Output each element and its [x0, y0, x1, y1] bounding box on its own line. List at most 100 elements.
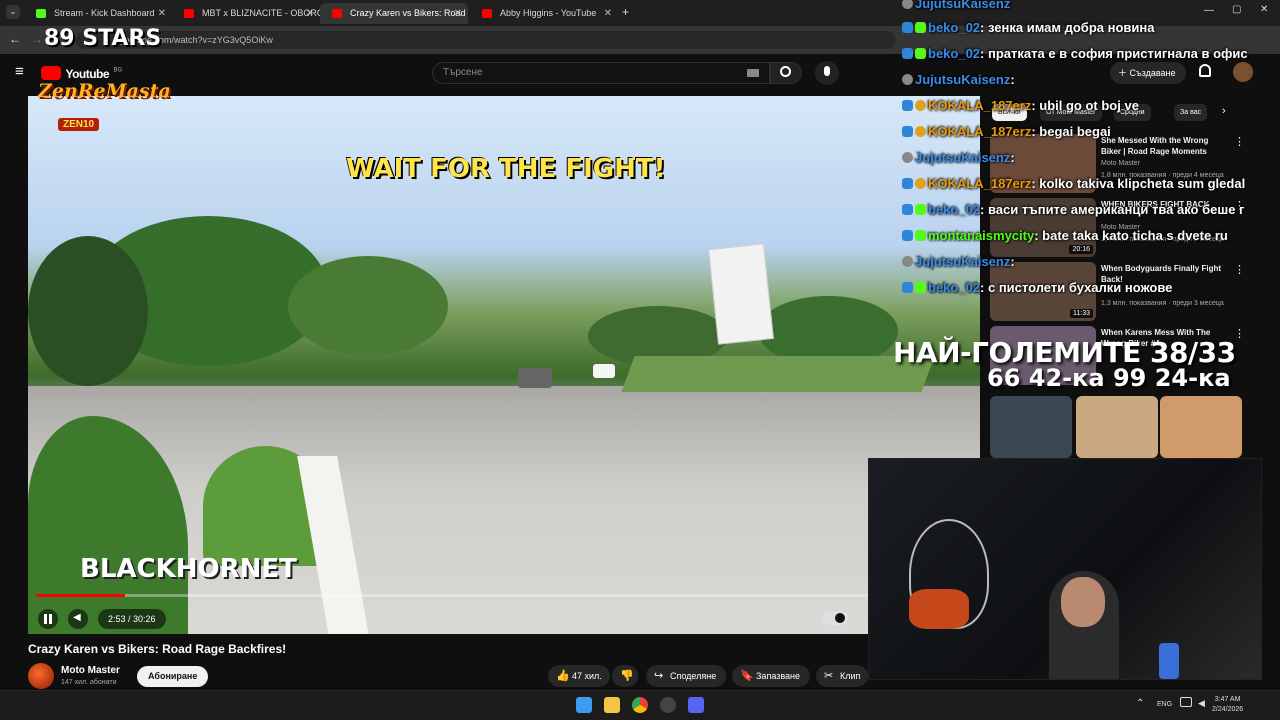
- share-label: Споделяне: [670, 671, 717, 681]
- chip-label: За вас: [1180, 109, 1202, 116]
- tab-mbt-bliznacite[interactable]: MBT x BLIZNACITE - OBOROTI ✕: [172, 3, 320, 24]
- more-options-icon[interactable]: ⋮: [1234, 135, 1245, 148]
- recommended-channel: Moto Master: [1101, 160, 1140, 167]
- share-button[interactable]: ↪ Споделяне: [646, 665, 726, 687]
- autoplay-toggle[interactable]: [822, 611, 848, 625]
- chat-text: : bate taka kato ticha s dvete ru: [1034, 228, 1228, 243]
- webcam-feed: [868, 458, 1262, 680]
- user-badge-icon: [902, 152, 913, 163]
- create-button[interactable]: ＋ Създаване: [1110, 62, 1186, 84]
- shorts-thumbnail[interactable]: [1160, 396, 1242, 458]
- close-icon[interactable]: ✕: [306, 3, 314, 24]
- keyboard-icon[interactable]: [747, 69, 759, 77]
- discord-icon[interactable]: [688, 697, 704, 713]
- chat-text: : с пистолети бухалки ножове: [980, 280, 1173, 295]
- truck: [518, 368, 552, 388]
- chat-text: :: [1010, 254, 1015, 269]
- tab-search-button[interactable]: ⌄: [6, 5, 20, 19]
- subscriber-badge-icon: [915, 230, 926, 241]
- obs-icon[interactable]: [660, 697, 676, 713]
- chat-text: : пратката е в софия пристигнала в офис: [980, 46, 1248, 61]
- tab-label: Abby Higgins - YouTube: [500, 8, 597, 18]
- video-progress-bar[interactable]: [36, 594, 972, 597]
- new-tab-button[interactable]: +: [622, 5, 629, 19]
- moderator-badge-icon: [902, 22, 913, 33]
- volume-icon: ◀: [73, 612, 81, 623]
- recommended-title[interactable]: She Messed With the Wrong Biker | Road R…: [1101, 135, 1229, 157]
- search-input[interactable]: Търсене: [432, 62, 770, 84]
- close-icon[interactable]: ✕: [604, 3, 612, 24]
- tab-kick-dashboard[interactable]: Stream - Kick Dashboard ✕: [24, 3, 172, 24]
- subscriber-badge-icon: [915, 22, 926, 33]
- chevron-right-icon[interactable]: ›: [1222, 105, 1226, 117]
- plus-icon: ＋: [1118, 68, 1130, 78]
- close-icon[interactable]: ✕: [454, 3, 462, 24]
- youtube-logo-text: Youtube: [65, 67, 110, 81]
- save-button[interactable]: 🔖 Запазване: [732, 665, 810, 687]
- user-badge-icon: [902, 0, 913, 9]
- chat-message: JujutsuKaisenz:: [902, 72, 1015, 90]
- time-display: 2:53 / 30:26: [98, 609, 166, 629]
- maximize-icon[interactable]: ▢: [1232, 4, 1241, 15]
- youtube-play-icon: [41, 66, 61, 80]
- youtube-icon: [332, 9, 342, 18]
- windows-start-icon[interactable]: [576, 697, 592, 713]
- pause-button[interactable]: [38, 609, 58, 629]
- pause-icon: [44, 614, 52, 624]
- chat-message: montanaismycity: bate taka kato ticha s …: [902, 228, 1228, 246]
- language-indicator[interactable]: ENG: [1157, 701, 1172, 708]
- chat-username: JujutsuKaisenz: [915, 254, 1011, 269]
- subscribe-button[interactable]: Абониране: [137, 666, 209, 687]
- chat-message: KOKALA_187erz: ubil go ot boj ve: [902, 98, 1139, 116]
- network-icon[interactable]: [1180, 697, 1192, 707]
- tab-label: Stream - Kick Dashboard: [54, 8, 155, 18]
- menu-icon[interactable]: ≡: [15, 63, 24, 80]
- dislike-button[interactable]: 👎: [612, 665, 638, 687]
- minimize-icon[interactable]: —: [1204, 5, 1214, 16]
- volume-tray-icon[interactable]: ◀: [1198, 698, 1205, 709]
- system-tray-chevron-icon[interactable]: ⌃: [1136, 698, 1144, 709]
- clip-button[interactable]: ✂ Клип: [816, 665, 868, 687]
- chat-text: : ubil go ot boj ve: [1031, 98, 1139, 113]
- forward-icon[interactable]: →: [31, 32, 43, 46]
- chat-username: KOKALA_187erz: [928, 176, 1032, 191]
- notifications-bell-icon[interactable]: [1199, 64, 1211, 77]
- close-window-icon[interactable]: ✕: [1260, 4, 1268, 15]
- time-text: 2:53 / 30:26: [108, 614, 156, 624]
- video-player[interactable]: WAIT FOR THE FIGHT! BLACKHORNET ◀ 2:53 /…: [28, 96, 980, 634]
- search-button[interactable]: [770, 62, 802, 84]
- file-explorer-icon[interactable]: [604, 697, 620, 713]
- chat-message: beko_02: васи тъпите американци тва ако …: [902, 202, 1244, 220]
- channel-avatar[interactable]: [28, 663, 54, 689]
- like-button[interactable]: 👍 47 хил.: [548, 665, 610, 687]
- volume-button[interactable]: ◀: [68, 609, 88, 629]
- clock-date: 2/24/2026: [1212, 706, 1244, 713]
- close-icon[interactable]: ✕: [158, 3, 166, 24]
- clock[interactable]: 3:47 AM 2/24/2026: [1212, 695, 1243, 715]
- chat-message: KOKALA_187erz: begai begai: [902, 124, 1111, 142]
- youtube-icon: [482, 9, 492, 18]
- channel-name[interactable]: Moto Master: [61, 665, 120, 676]
- shorts-thumbnail[interactable]: [990, 396, 1072, 458]
- recommended-meta: 1,3 млн. показвания · преди 3 месеца: [1101, 300, 1224, 307]
- chrome-icon[interactable]: [632, 697, 648, 713]
- chip-for-you[interactable]: За вас: [1174, 104, 1208, 121]
- tab-crazy-karen[interactable]: Crazy Karen vs Bikers: Road ✕: [320, 3, 468, 24]
- url-field[interactable]: youtube.com/watch?v=zYG3vQ5OiKw: [76, 31, 896, 49]
- more-options-icon[interactable]: ⋮: [1234, 263, 1245, 276]
- back-icon[interactable]: ←: [9, 32, 21, 46]
- tree: [288, 256, 448, 356]
- stream-overlay-subscore: 66 42-ка 99 24-ка: [987, 364, 1231, 392]
- chat-username: JujutsuKaisenz: [915, 0, 1011, 11]
- share-icon: ↪: [654, 670, 664, 682]
- chat-text: : васи тъпите американци тва ако беше г: [980, 202, 1245, 217]
- tab-abby-higgins[interactable]: Abby Higgins - YouTube ✕: [470, 3, 618, 24]
- mic-button[interactable]: [815, 61, 839, 85]
- like-count: 47 хил.: [572, 671, 602, 681]
- account-avatar[interactable]: [1233, 62, 1253, 82]
- mic-icon: [824, 66, 830, 76]
- tab-label: Crazy Karen vs Bikers: Road: [350, 8, 466, 18]
- video-title: Crazy Karen vs Bikers: Road Rage Backfir…: [28, 642, 287, 656]
- chat-message: KOKALA_187erz: kolko takiva klipcheta su…: [902, 176, 1245, 194]
- shorts-thumbnail[interactable]: [1076, 396, 1158, 458]
